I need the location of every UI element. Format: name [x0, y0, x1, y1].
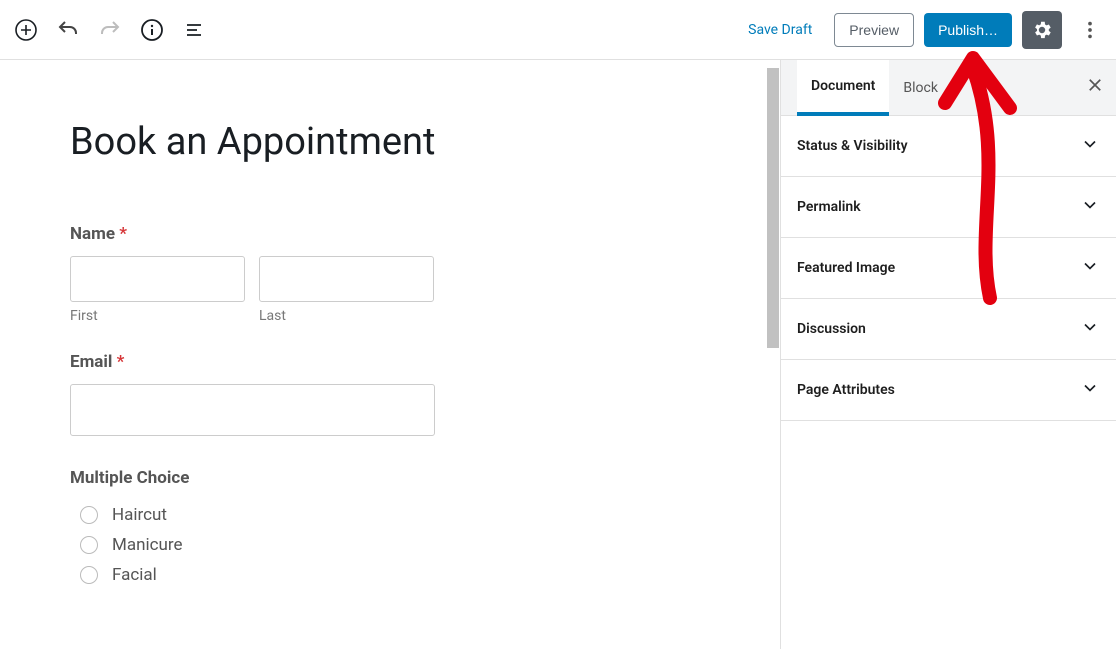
choice-item[interactable]: Haircut [70, 500, 710, 530]
choice-label: Manicure [112, 535, 183, 555]
panel-featured-image[interactable]: Featured Image [781, 238, 1116, 299]
panel-permalink[interactable]: Permalink [781, 177, 1116, 238]
toolbar-left [8, 12, 212, 48]
radio-icon [80, 536, 98, 554]
publish-button[interactable]: Publish… [924, 13, 1012, 47]
last-sublabel: Last [259, 308, 434, 324]
tab-block[interactable]: Block [889, 60, 952, 116]
page-title[interactable]: Book an Appointment [70, 120, 710, 164]
redo-icon [98, 18, 122, 42]
choice-item[interactable]: Facial [70, 560, 710, 590]
chevron-down-icon [1080, 317, 1100, 341]
panel-label: Featured Image [797, 260, 895, 276]
list-icon [182, 18, 206, 42]
required-mark: * [119, 224, 127, 244]
chevron-down-icon [1080, 134, 1100, 158]
required-mark: * [117, 352, 125, 372]
choice-label: Haircut [112, 505, 167, 525]
sidebar-tabs: Document Block [781, 60, 1116, 116]
choice-item[interactable]: Manicure [70, 530, 710, 560]
panel-label: Permalink [797, 199, 861, 215]
info-button[interactable] [134, 12, 170, 48]
gear-icon [1031, 19, 1053, 41]
settings-sidebar: Document Block Status & Visibility Perma… [780, 60, 1116, 649]
editor-canvas[interactable]: Book an Appointment Name * First Last Em… [0, 60, 780, 649]
choice-list: Haircut Manicure Facial [70, 500, 710, 590]
toolbar-right: Save Draft Preview Publish… [736, 11, 1108, 49]
editor-toolbar: Save Draft Preview Publish… [0, 0, 1116, 60]
info-icon [140, 18, 164, 42]
undo-icon [56, 18, 80, 42]
save-draft-link[interactable]: Save Draft [736, 14, 824, 46]
settings-button[interactable] [1022, 11, 1062, 49]
panel-page-attributes[interactable]: Page Attributes [781, 360, 1116, 421]
radio-icon [80, 566, 98, 584]
more-menu-button[interactable] [1072, 12, 1108, 48]
email-input[interactable] [70, 384, 435, 436]
plus-circle-icon [14, 18, 38, 42]
tab-document[interactable]: Document [797, 60, 889, 116]
first-sublabel: First [70, 308, 245, 324]
add-block-button[interactable] [8, 12, 44, 48]
scrollbar[interactable] [767, 68, 779, 348]
name-row: First Last [70, 256, 710, 324]
panel-label: Discussion [797, 321, 866, 337]
redo-button[interactable] [92, 12, 128, 48]
choice-label: Facial [112, 565, 157, 585]
name-label-text: Name [70, 224, 115, 244]
first-name-input[interactable] [70, 256, 245, 302]
panel-label: Status & Visibility [797, 138, 908, 154]
undo-button[interactable] [50, 12, 86, 48]
close-icon [1086, 76, 1104, 94]
name-label: Name * [70, 224, 710, 244]
email-label: Email * [70, 352, 710, 372]
last-name-input[interactable] [259, 256, 434, 302]
chevron-down-icon [1080, 378, 1100, 402]
outline-button[interactable] [176, 12, 212, 48]
email-label-text: Email [70, 352, 112, 372]
panel-discussion[interactable]: Discussion [781, 299, 1116, 360]
close-sidebar-button[interactable] [1086, 75, 1104, 100]
dots-vertical-icon [1079, 19, 1101, 41]
preview-button[interactable]: Preview [834, 13, 914, 47]
panel-status-visibility[interactable]: Status & Visibility [781, 116, 1116, 177]
chevron-down-icon [1080, 195, 1100, 219]
multiple-choice-label: Multiple Choice [70, 468, 710, 488]
chevron-down-icon [1080, 256, 1100, 280]
panel-label: Page Attributes [797, 382, 895, 398]
main-area: Book an Appointment Name * First Last Em… [0, 60, 1116, 649]
radio-icon [80, 506, 98, 524]
